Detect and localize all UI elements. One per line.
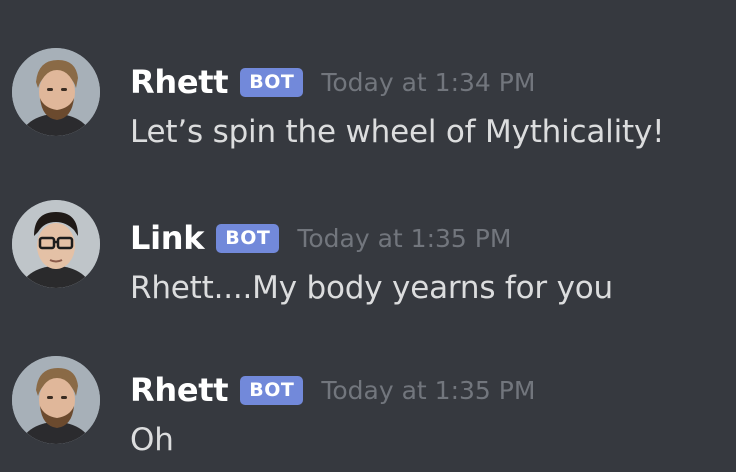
message-header: Rhett BOT Today at 1:35 PM [130,368,535,412]
timestamp: Today at 1:35 PM [297,223,512,253]
chat-messages: Rhett BOT Today at 1:34 PM Let’s spin th… [0,0,736,472]
bot-badge: BOT [240,67,304,97]
bot-badge: BOT [240,375,304,405]
rhett-avatar-icon[interactable] [12,48,100,136]
username[interactable]: Rhett [130,371,229,409]
message-text: Rhett....My body yearns for you [130,270,613,306]
message-header: Rhett BOT Today at 1:34 PM [130,60,535,104]
message-text: Let’s spin the wheel of Mythicality! [130,114,665,150]
message-item: Link BOT Today at 1:35 PM Rhett....My bo… [0,188,736,318]
message-text: Oh [130,422,174,458]
bot-badge: BOT [216,223,280,253]
message-header: Link BOT Today at 1:35 PM [130,216,511,260]
link-avatar-icon[interactable] [12,200,100,288]
timestamp: Today at 1:34 PM [321,67,536,97]
message-item: Rhett BOT Today at 1:34 PM Let’s spin th… [0,30,736,160]
rhett-avatar-icon[interactable] [12,356,100,444]
timestamp: Today at 1:35 PM [321,375,536,405]
username[interactable]: Link [130,219,205,257]
message-item: Rhett BOT Today at 1:35 PM Oh [0,342,736,472]
username[interactable]: Rhett [130,63,229,101]
